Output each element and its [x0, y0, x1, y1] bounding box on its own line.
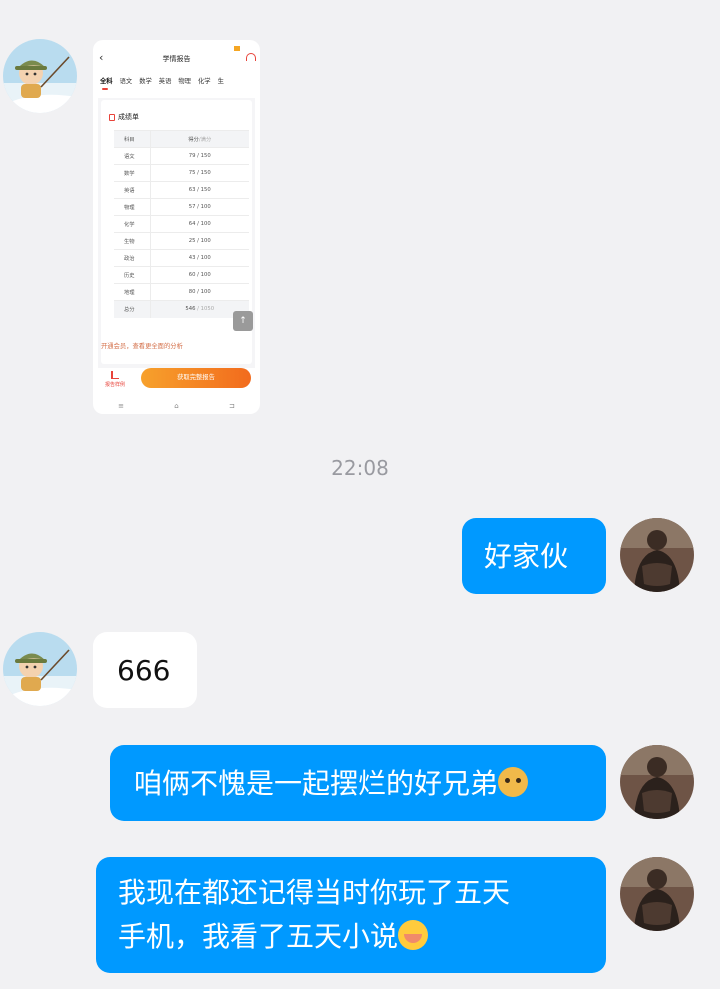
- table-row: 物理 57 / 100: [114, 198, 249, 216]
- table-row: 地理 80 / 100: [114, 283, 249, 301]
- table-row: 政治 43 / 100: [114, 249, 249, 267]
- message-text: 666: [117, 654, 171, 687]
- cartoon-boy-fishing-icon: [3, 39, 77, 113]
- message-bubble-incoming[interactable]: 666: [93, 632, 197, 708]
- tab-physics: 物理: [178, 78, 191, 85]
- shared-screenshot-image[interactable]: ‹ 学情报告 全科 语文 数学 英语 物理 化学 生 成绩单 科目 得分/满分 …: [93, 40, 260, 414]
- home-icon: ⌂: [174, 401, 179, 410]
- muscular-man-photo-icon: [620, 745, 694, 819]
- message-bubble-outgoing[interactable]: 咱俩不愧是一起摆烂的好兄弟: [110, 745, 606, 821]
- header-score: 得分/满分: [150, 130, 249, 148]
- membership-promo: 开通会员，查看更全面的分析: [101, 343, 183, 350]
- report-example: 报告样例: [100, 371, 130, 388]
- message-text: 好家伙: [484, 540, 569, 573]
- bar-chart-icon: [111, 371, 119, 379]
- tab-chinese: 语文: [119, 78, 133, 85]
- score-table: 科目 得分/满分 语文 79 / 150 数学 75 / 150 英语 63 / 15…: [114, 130, 249, 318]
- flag-icon: [234, 46, 240, 51]
- tab-all: 全科: [100, 78, 113, 90]
- muscular-man-photo-icon: [620, 857, 694, 931]
- message-bubble-outgoing[interactable]: 我现在都还记得当时你玩了五天 手机，我看了五天小说: [96, 857, 606, 973]
- tab-biology: 生: [217, 78, 224, 85]
- tab-english: 英语: [158, 78, 172, 85]
- system-navbar: ≡ ⌂ ⊐: [93, 397, 260, 414]
- tab-chemistry: 化学: [197, 78, 211, 85]
- friend-avatar[interactable]: [3, 39, 77, 113]
- my-avatar[interactable]: [620, 518, 694, 592]
- facepalm-icon: [398, 920, 429, 950]
- report-panel: 成绩单 科目 得分/满分 语文 79 / 150 数学 75 / 150 英语 63 …: [98, 98, 255, 368]
- table-row: 语文 79 / 150: [114, 147, 249, 165]
- message-bubble-outgoing[interactable]: 好家伙: [462, 518, 606, 594]
- message-text: 我现在都还记得当时你玩了五天: [118, 876, 511, 909]
- tab-math: 数学: [139, 78, 152, 85]
- screenshot-topbar: ‹ 学情报告: [93, 40, 260, 78]
- table-row: 数学 75 / 150: [114, 164, 249, 182]
- table-row: 历史 60 / 100: [114, 266, 249, 284]
- document-icon: [109, 113, 115, 121]
- card-header: 成绩单: [109, 112, 139, 122]
- table-row: 英语 63 / 150: [114, 181, 249, 199]
- table-header-row: 科目 得分/满分: [114, 130, 249, 148]
- get-full-report-button: 获取完整报告: [141, 368, 251, 388]
- my-avatar[interactable]: [620, 745, 694, 819]
- doge-icon: [498, 767, 529, 797]
- my-avatar[interactable]: [620, 857, 694, 931]
- message-text-line2: 手机，我看了五天小说: [118, 915, 584, 959]
- table-row: 生物 25 / 100: [114, 232, 249, 250]
- total-row: 总分 546 / 1050: [114, 300, 249, 318]
- subject-tabs: 全科 语文 数学 英语 物理 化学 生: [100, 76, 260, 90]
- card-title: 成绩单: [118, 113, 139, 121]
- header-subject: 科目: [114, 130, 151, 148]
- back-nav-icon: ⊐: [228, 401, 235, 410]
- friend-avatar[interactable]: [3, 632, 77, 706]
- muscular-man-photo-icon: [620, 518, 694, 592]
- message-text: 咱俩不愧是一起摆烂的好兄弟: [134, 767, 499, 800]
- scroll-top-icon: ↑: [233, 311, 253, 331]
- transcript-card: 成绩单 科目 得分/满分 语文 79 / 150 数学 75 / 150 英语 63 …: [101, 100, 252, 364]
- cartoon-boy-fishing-icon: [3, 632, 77, 706]
- chat-timestamp: 22:08: [331, 456, 389, 480]
- headset-icon: [246, 53, 256, 61]
- menu-icon: ≡: [118, 401, 124, 410]
- table-row: 化学 64 / 100: [114, 215, 249, 233]
- screenshot-title: 学情报告: [162, 55, 191, 63]
